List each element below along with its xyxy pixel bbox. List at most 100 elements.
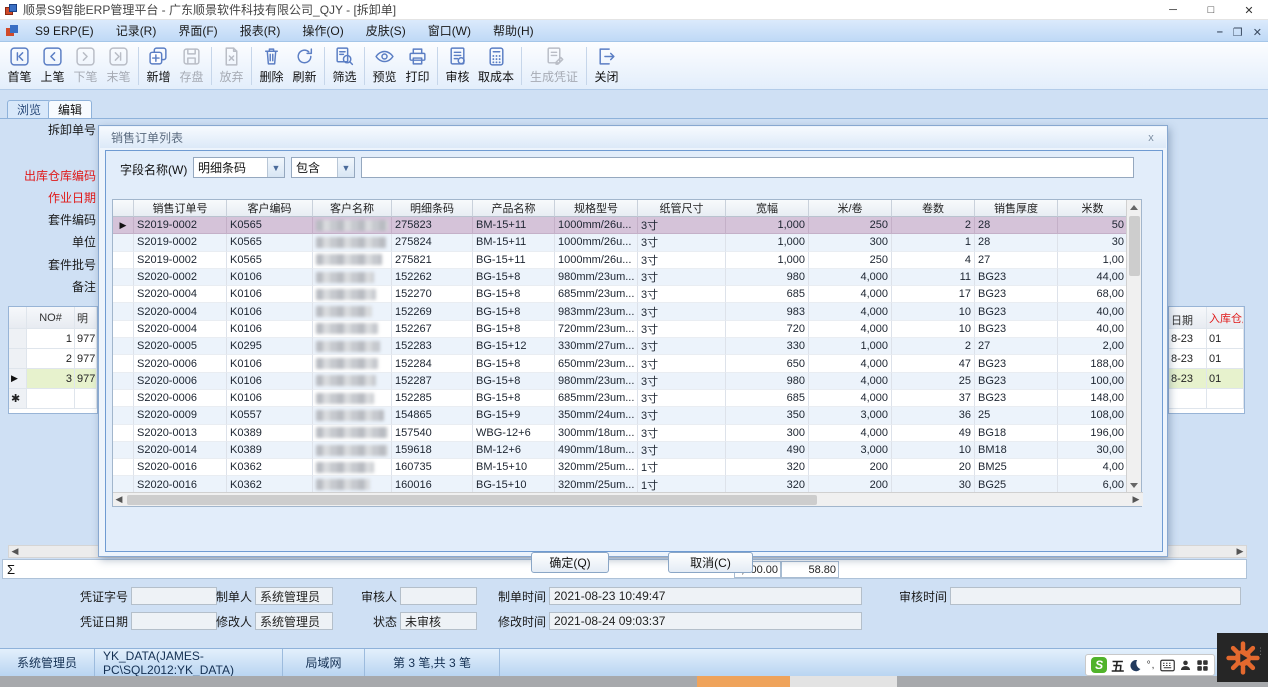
tab-edit[interactable]: 编辑	[48, 100, 92, 118]
table-row[interactable]: S2020-0005K0295152283BG-15+12330mm/27um.…	[113, 338, 1141, 355]
table-row[interactable]: S2020-0013K0389157540WBG-12+6300mm/18um.…	[113, 425, 1141, 442]
mdi-close-icon[interactable]: ✕	[1253, 26, 1262, 39]
minimize-icon[interactable]: ─	[1154, 0, 1192, 20]
vertical-scroll-thumb[interactable]	[1129, 216, 1140, 276]
toolbar-button-next: 下笔	[69, 44, 102, 88]
scroll-right-icon[interactable]: ▶	[1130, 494, 1142, 505]
scroll-left-icon[interactable]: ◀	[113, 494, 125, 505]
table-row[interactable]: S2019-0002K0565275821BG-15+111000mm/26u.…	[113, 252, 1141, 269]
maximize-icon[interactable]: □	[1192, 0, 1230, 20]
table-row[interactable]: S2020-0006K0106152284BG-15+8650mm/23um..…	[113, 355, 1141, 372]
preview-icon	[374, 46, 395, 67]
auditor-label: 审核人	[277, 587, 397, 605]
modify_time-field[interactable]: 2021-08-24 09:03:37	[549, 612, 862, 630]
audit-icon	[447, 46, 468, 67]
dialog-content-panel: 字段名称(W) 明细条码 ▼ 包含 ▼ 销售订单号客户编码客户名称明细条码产品名…	[105, 150, 1163, 552]
make_time-field[interactable]: 2021-08-23 10:49:47	[549, 587, 862, 605]
dialog-titlebar[interactable]: 销售订单列表 x	[100, 127, 1166, 148]
delete-icon	[261, 46, 282, 67]
table-row[interactable]: S2020-0002K0106152262BG-15+8980mm/23um..…	[113, 269, 1141, 286]
table-row[interactable]: ▶S2019-0002K0565275823BM-15+111000mm/26u…	[113, 217, 1141, 234]
menu-item-2[interactable]: 界面(F)	[167, 20, 228, 42]
mdi-child-icon	[6, 25, 18, 37]
table-row[interactable]: S2020-0006K0106152287BG-15+8980mm/23um..…	[113, 373, 1141, 390]
menu-item-0[interactable]: S9 ERP(E)	[24, 20, 105, 42]
toolbar-button-add[interactable]: 新增	[142, 44, 175, 88]
menu-item-1[interactable]: 记录(R)	[105, 20, 168, 42]
menu-item-7[interactable]: 帮助(H)	[482, 20, 545, 42]
toolbox-grid-icon[interactable]	[1196, 659, 1209, 672]
audit_time-field[interactable]	[950, 587, 1241, 605]
horizontal-scroll-thumb[interactable]	[127, 495, 817, 505]
toolbar-button-cost[interactable]: 取成本	[474, 44, 518, 88]
person-icon[interactable]	[1179, 659, 1192, 672]
status-bar: 系统管理员YK_DATA(JAMES-PC\SQL2012:YK_DATA)局域…	[0, 648, 1268, 676]
scroll-up-icon[interactable]	[1130, 205, 1138, 210]
table-row[interactable]: S2020-0004K0106152267BG-15+8720mm/23um..…	[113, 321, 1141, 338]
toolbar-button-prev[interactable]: 上笔	[36, 44, 69, 88]
toolbar-button-filter[interactable]: 筛选	[328, 44, 361, 88]
punctuation-icon[interactable]: °,	[1147, 660, 1156, 671]
menu-item-3[interactable]: 报表(R)	[229, 20, 292, 42]
mdi-minimize-icon[interactable]: –	[1217, 26, 1223, 38]
cancel-button[interactable]: 取消(C)	[668, 552, 753, 573]
blurred-customer-name	[316, 272, 374, 283]
scroll-down-icon[interactable]	[1130, 483, 1138, 488]
table-row[interactable]: S2020-0004K0106152269BG-15+8983mm/23um..…	[113, 303, 1141, 320]
toolbar-button-discard: 放弃	[215, 44, 248, 88]
grid-header-row[interactable]: 销售订单号客户编码客户名称明细条码产品名称规格型号纸管尺寸宽幅米/卷卷数销售厚度…	[113, 200, 1141, 217]
toolbar-button-exit[interactable]: 关闭	[590, 44, 623, 88]
filter-field-select[interactable]: 明细条码 ▼	[193, 157, 285, 178]
chevron-down-icon[interactable]: ▼	[337, 158, 354, 177]
dialog-close-icon[interactable]: x	[1144, 131, 1158, 145]
blurred-customer-name	[316, 358, 378, 369]
gear-flower-icon	[1225, 640, 1261, 676]
table-row[interactable]: S2020-0016K0362160735BM-15+10320mm/25um.…	[113, 459, 1141, 476]
toolbar-button-delete[interactable]: 删除	[255, 44, 288, 88]
grid-horizontal-scrollbar[interactable]: ◀ ▶	[113, 492, 1143, 506]
menu-item-4[interactable]: 操作(O)	[291, 20, 354, 42]
cost-icon	[486, 46, 507, 67]
blurred-customer-name	[316, 254, 382, 265]
table-row[interactable]: S2020-0006K0106152285BG-15+8685mm/23um..…	[113, 390, 1141, 407]
toolbar-button-refresh[interactable]: 刷新	[288, 44, 321, 88]
refresh-icon	[294, 46, 315, 67]
table-row[interactable]: S2020-0014K0389159618BM-12+6490mm/18um..…	[113, 442, 1141, 459]
mdi-restore-icon[interactable]: ❐	[1233, 26, 1243, 39]
toolbar-button-audit[interactable]: 审核	[441, 44, 474, 88]
filter-value-input[interactable]	[361, 157, 1134, 178]
menu-item-6[interactable]: 窗口(W)	[417, 20, 482, 42]
table-row[interactable]: S2019-0002K0565275824BM-15+111000mm/26u.…	[113, 234, 1141, 251]
print-icon	[407, 46, 428, 67]
ok-button[interactable]: 确定(Q)	[531, 552, 609, 573]
blurred-customer-name	[316, 220, 388, 231]
form-label-3: 套件编码	[0, 211, 96, 228]
toolbar-button-preview[interactable]: 预览	[368, 44, 401, 88]
toolbar-separator	[324, 47, 325, 85]
blurred-customer-name	[316, 306, 372, 317]
table-row[interactable]: S2020-0009K0557154865BG-15+9350mm/24um..…	[113, 407, 1141, 424]
sogou-icon[interactable]: S	[1091, 657, 1107, 673]
scroll-left-icon[interactable]: ◀	[9, 546, 21, 557]
tab-browse[interactable]: 浏览	[7, 100, 51, 118]
grid-vertical-scrollbar[interactable]	[1126, 200, 1141, 493]
scroll-right-icon[interactable]: ▶	[1234, 546, 1246, 557]
menu-item-5[interactable]: 皮肤(S)	[355, 20, 417, 42]
taskbar-item[interactable]	[790, 676, 897, 687]
moon-icon[interactable]	[1128, 658, 1142, 672]
toolbar-button-first[interactable]: 首笔	[3, 44, 36, 88]
keyboard-icon[interactable]	[1160, 659, 1175, 672]
wubi-mode-icon[interactable]: 五	[1111, 656, 1124, 675]
toolbar-separator	[586, 47, 587, 85]
form-label-4: 单位	[0, 233, 96, 250]
toolbar-button-print[interactable]: 打印	[401, 44, 434, 88]
table-row[interactable]: S2020-0004K0106152270BG-15+8685mm/23um..…	[113, 286, 1141, 303]
form-label-0: 拆卸单号	[0, 121, 96, 138]
chevron-down-icon[interactable]: ▼	[267, 158, 284, 177]
app-corner-logo[interactable]: ⋮	[1217, 633, 1268, 682]
filter-operator-select[interactable]: 包含 ▼	[291, 157, 355, 178]
taskbar-active-item[interactable]	[697, 676, 790, 687]
close-icon[interactable]: ✕	[1230, 0, 1268, 20]
blurred-customer-name	[316, 445, 388, 456]
toolbar-separator	[251, 47, 252, 85]
